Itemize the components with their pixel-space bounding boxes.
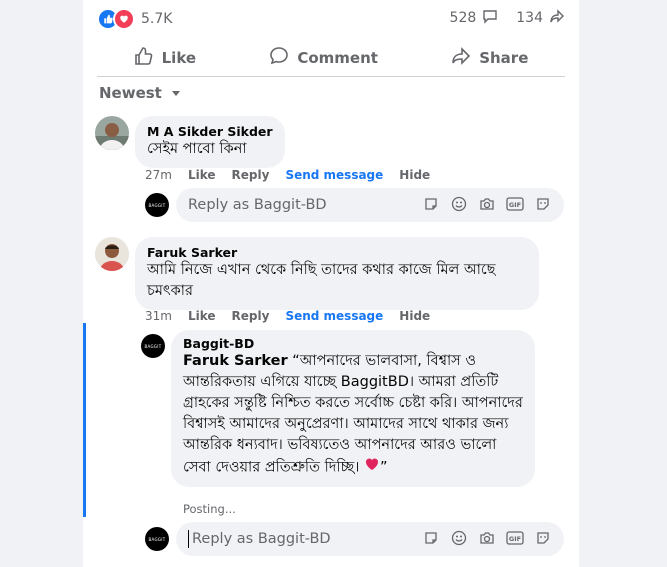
like-button[interactable]: Like (134, 46, 196, 70)
hide-button[interactable]: Hide (399, 168, 430, 182)
comment-bubble-icon (482, 8, 498, 28)
text-caret (188, 530, 189, 548)
camera-icon[interactable] (478, 529, 496, 547)
comment-actions: 27m Like Reply Send message Hide (145, 168, 430, 182)
comment-icon (269, 46, 289, 70)
comment-bubble: Faruk Sarker আমি নিজে এখান থেকে নিছি তাদ… (135, 237, 539, 310)
gif-icon[interactable]: GIF (506, 529, 524, 547)
comment-text: সেইম পাবো কিনা (147, 141, 247, 157)
send-message-button[interactable]: Send message (285, 309, 383, 323)
emoji-icon[interactable] (450, 195, 468, 213)
comment-reply-button[interactable]: Reply (232, 168, 270, 182)
avatar[interactable] (95, 237, 129, 271)
reply-placeholder: Reply as Baggit-BD (192, 531, 331, 547)
comment-time[interactable]: 27m (145, 168, 172, 182)
avatar[interactable] (95, 116, 129, 150)
reply-text: “আপনাদের ভালবাসা, বিশ্বাস ও আন্তরিকতায় … (183, 353, 523, 476)
page-avatar[interactable]: BAGGIT (141, 334, 165, 358)
shares-count[interactable]: 134 (516, 10, 543, 26)
avatar-sticker-icon[interactable] (422, 195, 440, 213)
comment-actions: 31m Like Reply Send message Hide (145, 309, 430, 323)
page-avatar: BAGGIT (145, 527, 169, 551)
reply-end-quote: ” (380, 459, 388, 476)
share-label: Share (479, 49, 529, 67)
svg-text:GIF: GIF (509, 535, 521, 543)
post-card: 5.7K 528 134 Like Comment Share Newest M… (83, 0, 579, 567)
page-avatar-text: BAGGIT (144, 343, 162, 349)
reply-bubble: Baggit-BD Faruk Sarker “আপনাদের ভালবাসা,… (171, 330, 535, 487)
reply-toolbar: GIF (422, 529, 552, 547)
reply-toolbar: GIF (422, 195, 552, 213)
thumbs-up-icon (134, 46, 154, 70)
like-label: Like (161, 49, 197, 67)
page-avatar: BAGGIT (145, 193, 169, 217)
comment-time[interactable]: 31m (145, 309, 172, 323)
sticker-icon[interactable] (534, 195, 552, 213)
comment-sort-dropdown[interactable]: Newest (99, 84, 181, 102)
comments-count[interactable]: 528 (450, 10, 477, 26)
page-avatar-text: BAGGIT (148, 536, 166, 542)
avatar-sticker-icon[interactable] (422, 529, 440, 547)
comment-bubble: M A Sikder Sikder সেইম পাবো কিনা (135, 116, 285, 168)
comment-text: আমি নিজে এখান থেকে নিছি তাদের কথার কাজে … (147, 262, 496, 299)
camera-icon[interactable] (478, 195, 496, 213)
send-message-button[interactable]: Send message (285, 168, 383, 182)
chevron-down-icon (171, 84, 181, 102)
share-button[interactable]: Share (451, 46, 528, 70)
mention-link[interactable]: Faruk Sarker (183, 353, 288, 369)
reply-thread-line (83, 323, 86, 517)
comment-author[interactable]: Faruk Sarker (147, 245, 527, 260)
reply-placeholder: Reply as Baggit-BD (188, 197, 327, 213)
comment-reply-button[interactable]: Reply (232, 309, 270, 323)
comment-author[interactable]: M A Sikder Sikder (147, 124, 273, 139)
love-reaction-icon (113, 8, 135, 30)
red-heart-icon (364, 456, 380, 479)
post-stats: 5.7K 528 134 (97, 8, 565, 30)
reply-input[interactable]: Reply as Baggit-BD GIF (176, 188, 564, 222)
emoji-icon[interactable] (450, 529, 468, 547)
page-avatar-text: BAGGIT (148, 202, 166, 208)
share-arrow-icon (549, 8, 565, 28)
sticker-icon[interactable] (534, 529, 552, 547)
comment-label: Comment (297, 49, 378, 67)
comment-like-button[interactable]: Like (188, 168, 216, 182)
hide-button[interactable]: Hide (399, 309, 430, 323)
comment-button[interactable]: Comment (269, 46, 378, 70)
comment-like-button[interactable]: Like (188, 309, 216, 323)
reply-author[interactable]: Baggit-BD (183, 336, 523, 351)
gif-icon[interactable]: GIF (506, 195, 524, 213)
posting-status: Posting... (183, 502, 236, 516)
share-icon (451, 46, 471, 70)
post-actions: Like Comment Share (97, 40, 565, 77)
reply-input[interactable]: Reply as Baggit-BD GIF (176, 522, 564, 556)
svg-text:GIF: GIF (509, 201, 521, 209)
sort-label: Newest (99, 84, 162, 102)
reaction-summary[interactable]: 5.7K (97, 8, 172, 30)
reaction-count[interactable]: 5.7K (141, 11, 172, 27)
